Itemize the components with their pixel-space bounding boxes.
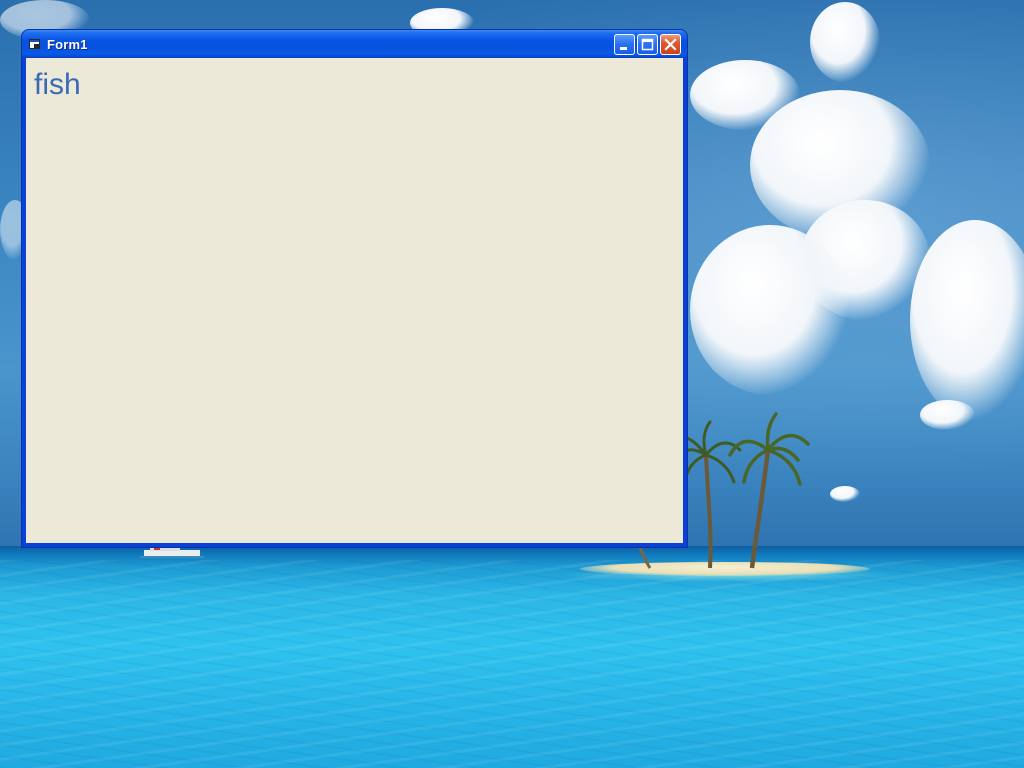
minimize-button[interactable] [614,34,635,55]
cloud [810,2,880,82]
fish-label: fish [34,68,81,101]
close-button[interactable] [660,34,681,55]
desktop: Form1 fish [0,0,1024,768]
form1-window: Form1 fish [22,30,687,547]
form-icon [29,39,40,49]
cloud [690,225,850,395]
maximize-icon [641,38,654,51]
form-client-area: fish [26,58,683,543]
window-title: Form1 [47,37,88,52]
minimize-icon [620,47,627,50]
cloud [830,486,860,502]
sea-ripples [0,560,1024,768]
boat [140,547,204,558]
title-bar[interactable]: Form1 [22,30,687,58]
cloud [920,400,975,430]
maximize-button[interactable] [637,34,658,55]
close-icon [664,38,677,51]
